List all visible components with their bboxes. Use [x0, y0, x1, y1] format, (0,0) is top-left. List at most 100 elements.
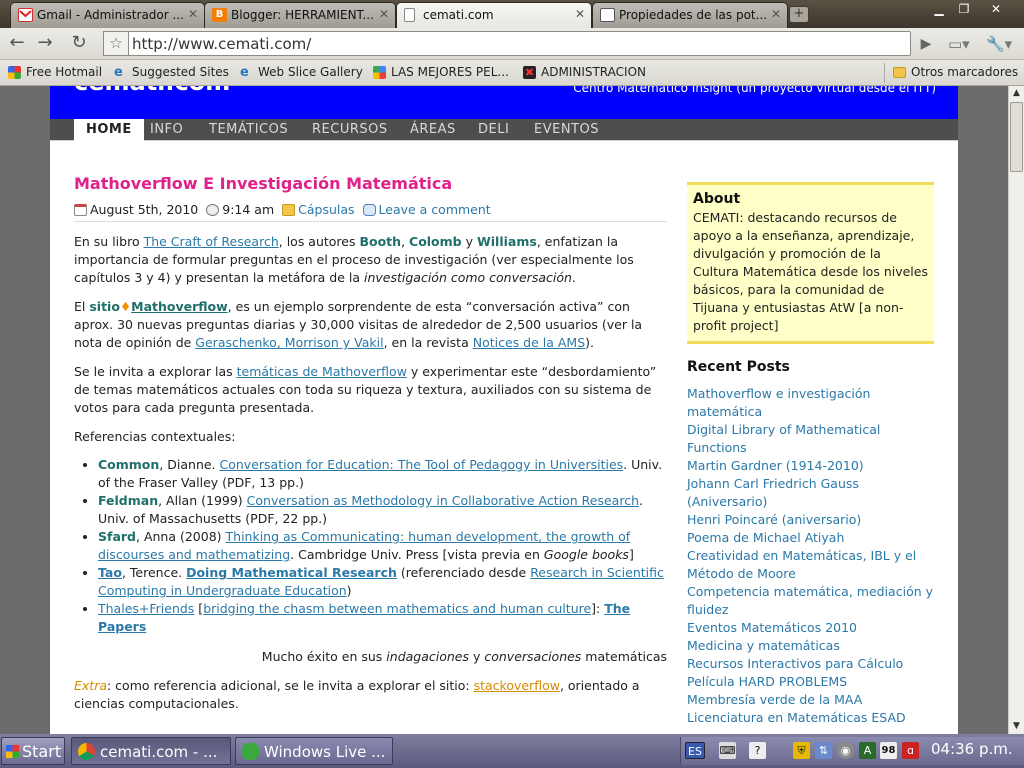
recent-post-link[interactable]: Digital Library of Mathematical Function… [687, 421, 934, 457]
nav-info[interactable]: INFO [138, 119, 195, 141]
nav-deli[interactable]: DELI [466, 119, 521, 141]
nav-home[interactable]: HOME [74, 119, 144, 141]
close-icon[interactable]: ✕ [575, 7, 585, 21]
system-tray: ES ⌨ ? ⛨ ⇅ ◉ A 98 ɑ 04:36 p.m. [680, 737, 1024, 765]
recent-post-link[interactable]: Mathoverflow e investigación matemática [687, 385, 934, 421]
back-button[interactable]: ← [5, 32, 29, 56]
recent-post-link[interactable]: Poema de Michael Atiyah [687, 529, 934, 547]
bookmark-administracion[interactable]: ✖ ADMINISTRACION [523, 65, 646, 79]
network-icon[interactable]: ⇅ [815, 742, 832, 759]
craft-of-research-link[interactable]: The Craft of Research [144, 234, 279, 249]
thales-friends-link[interactable]: Thales+Friends [98, 601, 194, 616]
about-title: About [693, 191, 741, 207]
post-time: 9:14 am [222, 202, 275, 217]
badge-counter[interactable]: 98 [880, 742, 897, 759]
chrome-icon [78, 743, 95, 760]
scrollbar-thumb[interactable] [1010, 102, 1023, 172]
tab-propiedades[interactable]: Propiedades de las pot... ✕ [592, 2, 788, 28]
recent-post-link[interactable]: Medicina y matemáticas [687, 637, 934, 655]
address-bar[interactable]: ☆ [103, 31, 911, 56]
tab-cemati[interactable]: cemati.com ✕ [396, 2, 592, 28]
nav-tematicos[interactable]: TEMÁTICOS [197, 119, 300, 141]
speaker-icon[interactable]: ◉ [837, 742, 854, 759]
page-icon: ▭▾ [948, 35, 970, 53]
scroll-down-arrow-icon[interactable]: ▼ [1009, 719, 1024, 734]
recent-post-link[interactable]: Licenciatura en Matemáticas ESAD [687, 709, 934, 727]
site-title[interactable]: cemati.com [74, 86, 230, 96]
recent-post-link[interactable]: Martin Gardner (1914-2010) [687, 457, 934, 475]
language-indicator[interactable]: ES [685, 742, 705, 759]
post-title[interactable]: Mathoverflow E Investigación Matemática [74, 174, 667, 194]
maximize-button[interactable]: ❐ [953, 1, 975, 18]
author-colomb[interactable]: Colomb [409, 234, 462, 249]
list-item: Sfard, Anna (2008) Thinking as Communica… [98, 528, 667, 564]
close-icon[interactable]: ✕ [188, 7, 198, 21]
avira-icon[interactable]: ɑ [902, 742, 919, 759]
category-link[interactable]: Cápsulas [298, 202, 354, 217]
close-icon[interactable]: ✕ [771, 7, 781, 21]
go-button[interactable]: ▶ [914, 32, 938, 56]
comment-link[interactable]: Leave a comment [379, 202, 491, 217]
tematicas-link[interactable]: temáticas de Mathoverflow [237, 364, 407, 379]
nav-recursos[interactable]: RECURSOS [300, 119, 400, 141]
bookmark-star-icon[interactable]: ☆ [103, 31, 129, 56]
tab-label: Propiedades de las pot... [619, 8, 768, 22]
help-icon[interactable]: ? [749, 742, 766, 759]
bookmark-web-slice-gallery[interactable]: e Web Slice Gallery [240, 65, 363, 79]
recent-post-link[interactable]: Competencia matemática, mediación y flui… [687, 583, 934, 619]
bridging-link[interactable]: bridging the chasm between mathematics a… [203, 601, 591, 616]
shield-icon[interactable]: ⛨ [793, 742, 810, 759]
minimize-button[interactable]: ▁ [928, 1, 950, 18]
doing-research-link[interactable]: Doing Mathematical Research [186, 565, 397, 580]
folder-icon [893, 67, 906, 78]
stackoverflow-link[interactable]: stackoverflow [474, 678, 560, 693]
start-label: Start [22, 742, 62, 761]
reference-link[interactable]: Conversation for Education: The Tool of … [220, 457, 624, 472]
close-icon[interactable]: ✕ [379, 7, 389, 21]
recent-post-link[interactable]: Recursos Interactivos para Cálculo [687, 655, 934, 673]
nav-areas[interactable]: ÁREAS [398, 119, 468, 141]
start-button[interactable]: Start [1, 737, 65, 765]
mathoverflow-link[interactable]: Mathoverflow [131, 299, 228, 314]
messenger-icon [242, 743, 259, 760]
nav-eventos[interactable]: EVENTOS [522, 119, 611, 141]
bookmark-label: Web Slice Gallery [258, 65, 363, 79]
tab-gmail[interactable]: Gmail - Administrador ... ✕ [10, 2, 205, 28]
recent-post-link[interactable]: Eventos Matemáticos 2010 [687, 619, 934, 637]
tools-menu-button[interactable]: 🔧▾ [986, 32, 1020, 56]
tab-blogger[interactable]: B Blogger: HERRAMIENT... ✕ [204, 2, 396, 28]
author-booth[interactable]: Booth [359, 234, 401, 249]
page-menu-button[interactable]: ▭▾ [948, 32, 982, 56]
recent-post-link[interactable]: Johann Carl Friedrich Gauss (Aniversario… [687, 475, 934, 511]
url-input[interactable] [132, 34, 902, 53]
reload-button[interactable]: ↻ [67, 32, 91, 56]
new-tab-button[interactable]: + [789, 6, 809, 23]
page-viewport: cemati.com Centro Matemático Insight (un… [0, 86, 1008, 734]
geraschenko-link[interactable]: Geraschenko, Morrison y Vakil [195, 335, 383, 350]
reference-link[interactable]: Conversation as Methodology in Collabora… [247, 493, 639, 508]
sitio-link[interactable]: sitio [89, 299, 120, 314]
taskbar: Start cemati.com - ... Windows Live ... … [0, 734, 1024, 768]
bookmark-free-hotmail[interactable]: Free Hotmail [8, 65, 102, 79]
scroll-up-arrow-icon[interactable]: ▲ [1009, 86, 1024, 101]
author-williams[interactable]: Williams [477, 234, 537, 249]
tab-label: cemati.com [423, 8, 494, 22]
notices-ams-link[interactable]: Notices de la AMS [473, 335, 585, 350]
forward-button[interactable]: → [33, 32, 57, 56]
site-header: cemati.com Centro Matemático Insight (un… [50, 86, 958, 119]
clock[interactable]: 04:36 p.m. [931, 740, 1013, 758]
bookmark-las-mejores[interactable]: LAS MEJORES PEL... [373, 65, 509, 79]
recent-post-link[interactable]: Película HARD PROBLEMS [687, 673, 934, 691]
task-windows-live[interactable]: Windows Live ... [235, 737, 393, 765]
antivirus-icon[interactable]: A [859, 742, 876, 759]
task-chrome[interactable]: cemati.com - ... [71, 737, 231, 765]
recent-post-link[interactable]: Membresía verde de la MAA [687, 691, 934, 709]
tao-link[interactable]: Tao [98, 565, 122, 580]
close-window-button[interactable]: ✕ [985, 1, 1007, 18]
vertical-scrollbar[interactable]: ▲ ▼ [1008, 86, 1024, 734]
recent-post-link[interactable]: Henri Poincaré (aniversario) [687, 511, 934, 529]
bookmark-suggested-sites[interactable]: e Suggested Sites [114, 65, 229, 79]
recent-post-link[interactable]: Creatividad en Matemáticas, IBL y el Mét… [687, 547, 934, 583]
other-bookmarks[interactable]: Otros marcadores [893, 65, 1018, 79]
keyboard-icon[interactable]: ⌨ [719, 742, 736, 759]
